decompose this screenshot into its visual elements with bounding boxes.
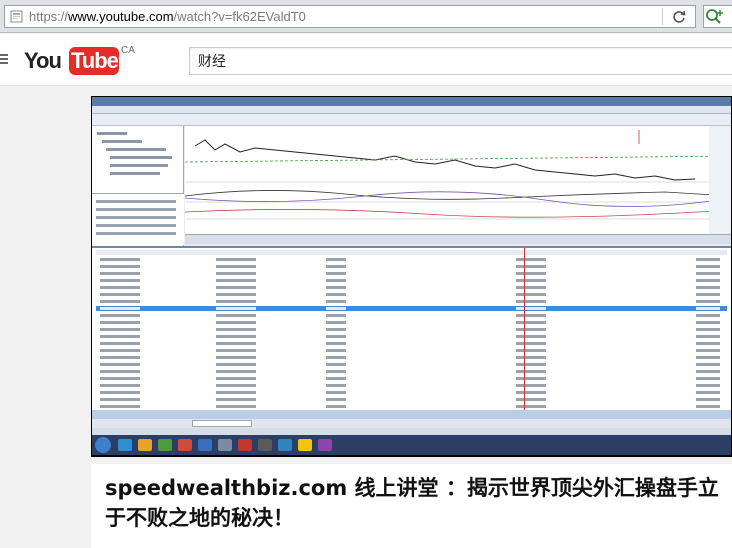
terminal-row: [96, 278, 727, 283]
app-data-window: [92, 193, 184, 245]
app-terminal-tabs: [92, 419, 731, 428]
logo-region: CA: [121, 45, 135, 56]
video-title: speedwealthbiz.com 线上讲堂 ：揭示世界顶尖外汇操盘手立于不败…: [105, 476, 719, 530]
app-chart-tabs: [185, 234, 731, 244]
app-status-bar: [92, 428, 731, 435]
terminal-row: [96, 341, 727, 346]
terminal-row: [96, 348, 727, 353]
terminal-row: [96, 390, 727, 395]
windows-taskbar: [92, 435, 731, 455]
terminal-row: [96, 362, 727, 367]
terminal-row: [96, 376, 727, 381]
watch-page: speedwealthbiz.com 线上讲堂 ：揭示世界顶尖外汇操盘手立于不败…: [0, 87, 732, 548]
app-balance-bar: [92, 410, 731, 419]
terminal-row: [96, 271, 727, 276]
taskbar-app-icon: [278, 439, 292, 451]
guide-menu-icon[interactable]: [0, 54, 8, 64]
video-info-card: speedwealthbiz.com 线上讲堂 ：揭示世界顶尖外汇操盘手立于不败…: [91, 464, 732, 548]
browser-toolbar: https://www.youtube.com/watch?v=fk62EVal…: [0, 0, 732, 33]
terminal-row: [96, 257, 727, 262]
video-frame: [92, 97, 732, 455]
price-chart-graphic: [184, 126, 732, 234]
url-domain: www.youtube.com: [68, 9, 174, 24]
app-menu-strip: [92, 106, 731, 114]
taskbar-app-icon: [178, 439, 192, 451]
address-bar[interactable]: https://www.youtube.com/watch?v=fk62EVal…: [4, 5, 696, 28]
app-chart-area: [184, 126, 732, 234]
browser-search-box[interactable]: [703, 5, 732, 28]
logo-tube-text: Tube: [71, 48, 119, 73]
reload-icon[interactable]: [671, 9, 687, 25]
address-divider: [662, 8, 663, 25]
terminal-row: [96, 285, 727, 290]
logo-you-text: You: [24, 48, 62, 73]
taskbar-app-icon: [138, 439, 152, 451]
terminal-row: [96, 327, 727, 332]
url-scheme: https://: [29, 9, 69, 24]
taskbar-app-icon: [318, 439, 332, 451]
taskbar-app-icon: [118, 439, 132, 451]
taskbar-app-icon: [238, 439, 252, 451]
youtube-masthead: You Tube CA: [0, 34, 732, 86]
terminal-row: [96, 383, 727, 388]
url-path: /watch?v=fk62EValdT0: [173, 9, 306, 24]
terminal-row: [96, 397, 727, 402]
terminal-row: [96, 334, 727, 339]
taskbar-app-icon: [298, 439, 312, 451]
terminal-row: [96, 320, 727, 325]
terminal-row: [96, 313, 727, 318]
page-icon: [10, 10, 23, 23]
youtube-search-box: [189, 47, 732, 75]
terminal-row: [96, 264, 727, 269]
terminal-row: [96, 404, 727, 409]
terminal-row: [96, 292, 727, 297]
taskbar-app-icon: [198, 439, 212, 451]
taskbar-app-icon: [218, 439, 232, 451]
terminal-row-selected: [96, 306, 727, 311]
video-player[interactable]: [91, 96, 732, 457]
app-terminal-panel: [92, 246, 731, 422]
start-icon: [95, 437, 111, 453]
terminal-row: [96, 355, 727, 360]
terminal-header-row: [96, 250, 727, 255]
url-text: https://www.youtube.com/watch?v=fk62EVal…: [29, 9, 306, 24]
taskbar-app-icon: [258, 439, 272, 451]
terminal-row: [96, 299, 727, 304]
app-toolbar-strip: [92, 114, 731, 126]
terminal-row: [96, 369, 727, 374]
search-plus-icon: [706, 9, 723, 24]
search-input[interactable]: [190, 48, 732, 74]
annotation-line: [524, 248, 525, 422]
taskbar-app-icon: [158, 439, 172, 451]
app-title-strip: [92, 97, 731, 106]
